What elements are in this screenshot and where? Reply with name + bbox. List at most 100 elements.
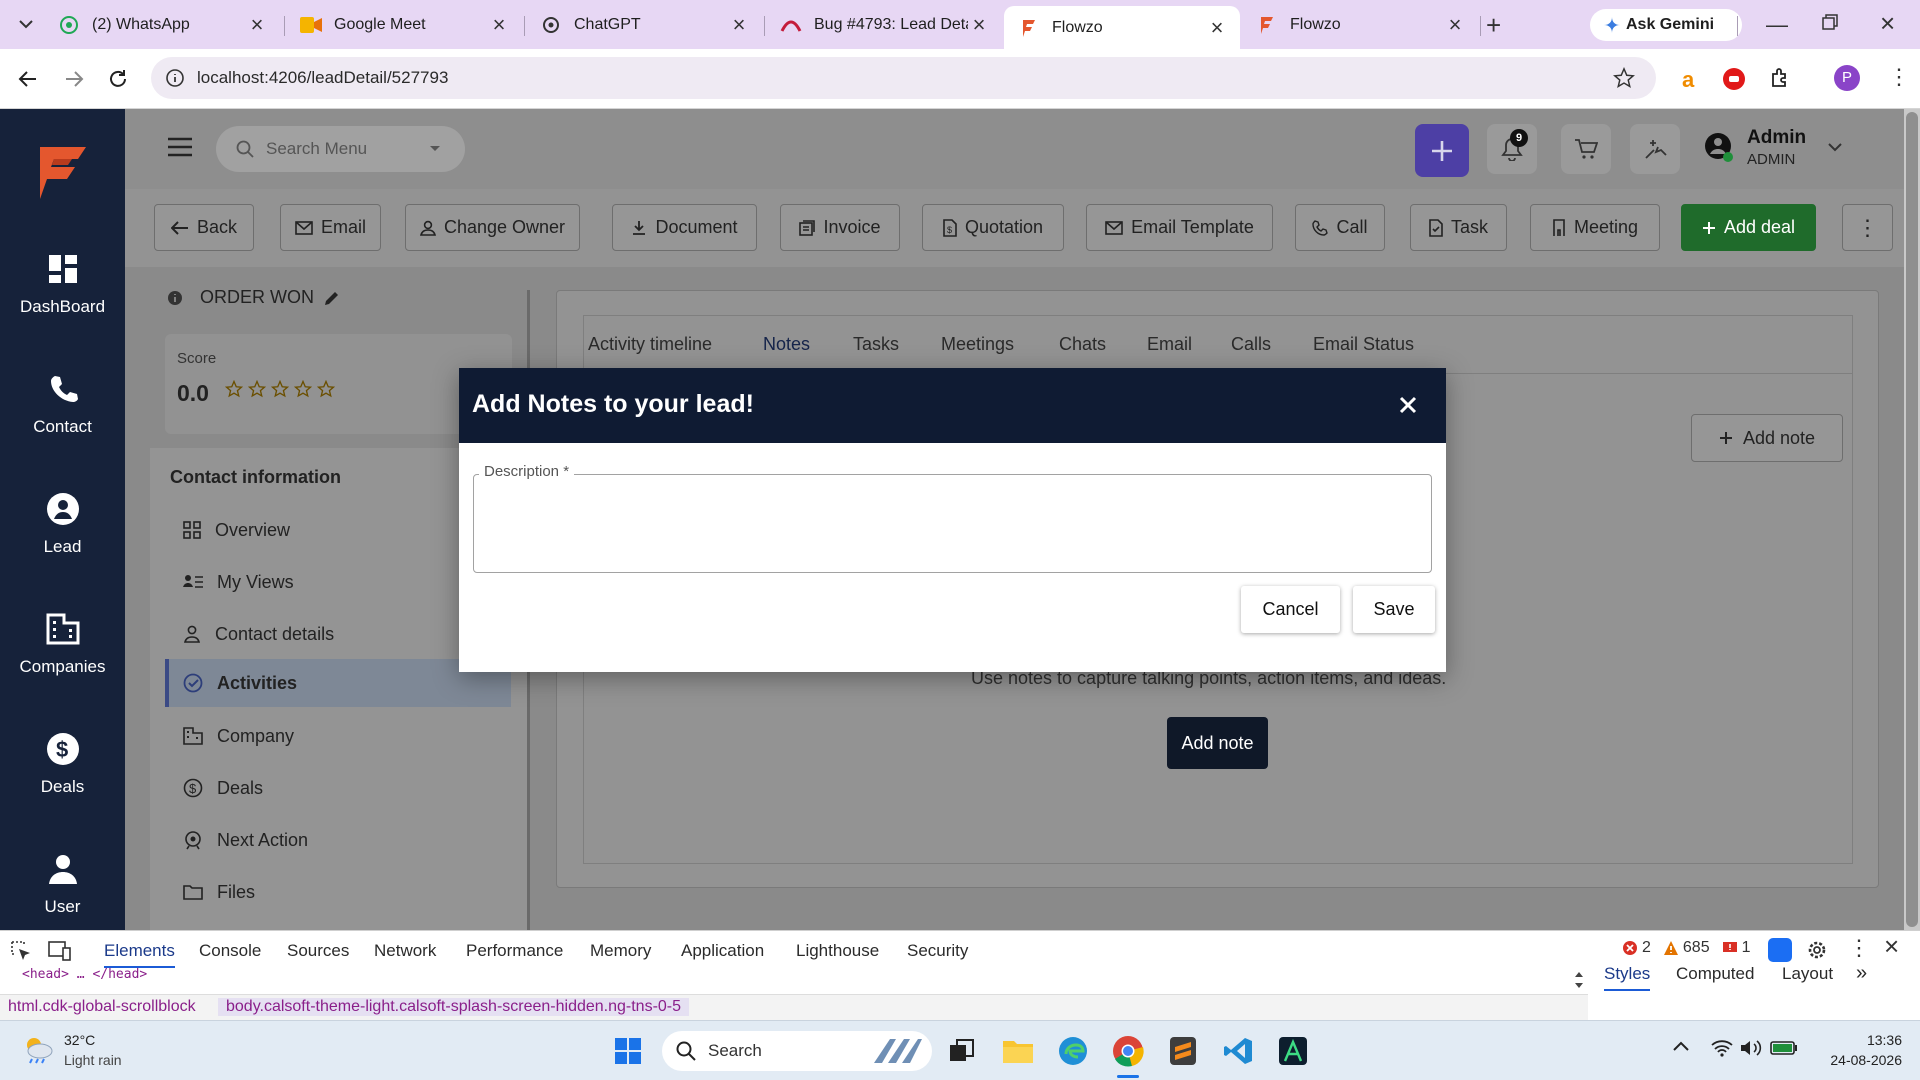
wifi-icon[interactable] bbox=[1711, 1039, 1733, 1057]
profile-avatar[interactable]: P bbox=[1834, 65, 1860, 91]
task-button[interactable]: Task bbox=[1410, 204, 1507, 251]
tab-tasks[interactable]: Tasks bbox=[853, 334, 899, 355]
star-icon[interactable] bbox=[225, 380, 243, 398]
reload-icon[interactable] bbox=[106, 67, 130, 91]
browser-tab-whatsapp[interactable]: (2) WhatsApp × bbox=[44, 0, 280, 49]
close-tab-icon[interactable]: × bbox=[968, 12, 990, 38]
add-note-button[interactable]: Add note bbox=[1167, 717, 1268, 769]
page-scrollbar-thumb[interactable] bbox=[1906, 112, 1918, 927]
devtools-tab-security[interactable]: Security bbox=[907, 941, 968, 961]
browser-tab-flowzo-active[interactable]: Flowzo × bbox=[1004, 6, 1240, 49]
cart-button[interactable] bbox=[1561, 124, 1611, 174]
file-explorer-icon[interactable] bbox=[1000, 1033, 1036, 1069]
invoice-button[interactable]: Invoice bbox=[780, 204, 900, 251]
inspect-element-icon[interactable] bbox=[10, 940, 32, 962]
menu-deals[interactable]: $ Deals bbox=[165, 764, 511, 812]
clock-date[interactable]: 24-08-2026 bbox=[1812, 1052, 1902, 1068]
email-template-button[interactable]: Email Template bbox=[1086, 204, 1273, 251]
close-tab-icon[interactable]: × bbox=[1444, 12, 1466, 38]
star-icon[interactable] bbox=[317, 380, 335, 398]
hamburger-menu-icon[interactable] bbox=[167, 136, 193, 158]
admin-avatar-icon[interactable] bbox=[1703, 131, 1737, 165]
ask-gemini-button[interactable]: Ask Gemini bbox=[1590, 9, 1742, 41]
cancel-button[interactable]: Cancel bbox=[1241, 586, 1340, 633]
nav-contact[interactable]: Contact bbox=[0, 369, 125, 437]
save-button[interactable]: Save bbox=[1353, 586, 1435, 633]
tab-chats[interactable]: Chats bbox=[1059, 334, 1106, 355]
weather-icon[interactable] bbox=[20, 1033, 54, 1065]
ai-sparkle-button[interactable] bbox=[1630, 124, 1680, 174]
close-tab-icon[interactable]: × bbox=[488, 12, 510, 38]
tab-styles[interactable]: Styles bbox=[1604, 964, 1651, 991]
devtools-tab-console[interactable]: Console bbox=[199, 941, 261, 961]
nav-lead[interactable]: Lead bbox=[0, 489, 125, 557]
recorder-extension-icon[interactable] bbox=[1722, 67, 1746, 91]
search-menu-input[interactable]: Search Menu bbox=[216, 126, 465, 172]
back-button[interactable]: Back bbox=[154, 204, 254, 251]
browser-tab-flowzo[interactable]: Flowzo × bbox=[1242, 0, 1478, 49]
device-toggle-icon[interactable] bbox=[48, 940, 72, 962]
user-menu-chevron-icon[interactable] bbox=[1828, 142, 1842, 152]
site-info-icon[interactable] bbox=[165, 68, 185, 88]
email-button[interactable]: Email bbox=[280, 204, 381, 251]
quick-add-button[interactable] bbox=[1415, 124, 1469, 177]
devtools-tab-lighthouse[interactable]: Lighthouse bbox=[796, 941, 879, 961]
windows-start-icon[interactable] bbox=[610, 1033, 646, 1069]
address-bar[interactable]: localhost:4206/leadDetail/527793 bbox=[151, 57, 1656, 99]
extensions-puzzle-icon[interactable] bbox=[1768, 66, 1792, 90]
forward-nav-icon[interactable] bbox=[62, 67, 86, 91]
devtools-tab-memory[interactable]: Memory bbox=[590, 941, 651, 961]
edit-status-pencil-icon[interactable] bbox=[322, 290, 340, 308]
nav-deals[interactable]: $ Deals bbox=[0, 729, 125, 797]
star-icon[interactable] bbox=[248, 380, 266, 398]
description-field[interactable] bbox=[473, 474, 1432, 573]
menu-next-action[interactable]: Next Action bbox=[165, 816, 511, 864]
amazon-extension-icon[interactable]: a bbox=[1676, 65, 1704, 93]
browser-tab-google-meet[interactable]: Google Meet × bbox=[286, 0, 522, 49]
tab-activity-timeline[interactable]: Activity timeline bbox=[588, 334, 712, 355]
task-view-icon[interactable] bbox=[944, 1033, 980, 1069]
edge-browser-icon[interactable] bbox=[1055, 1033, 1091, 1069]
document-button[interactable]: Document bbox=[612, 204, 757, 251]
meeting-button[interactable]: Meeting bbox=[1530, 204, 1660, 251]
back-nav-icon[interactable] bbox=[16, 67, 40, 91]
nav-companies[interactable]: Companies bbox=[0, 609, 125, 677]
nav-user[interactable]: User bbox=[0, 849, 125, 917]
close-tab-icon[interactable]: × bbox=[246, 12, 268, 38]
volume-icon[interactable] bbox=[1740, 1039, 1762, 1057]
resize-handle-icon[interactable] bbox=[1573, 969, 1585, 991]
ai-assistance-icon[interactable] bbox=[1768, 938, 1792, 962]
tab-calls[interactable]: Calls bbox=[1231, 334, 1271, 355]
restore-window-icon[interactable] bbox=[1822, 14, 1842, 34]
breadcrumb-body[interactable]: body.calsoft-theme-light.calsoft-splash-… bbox=[218, 998, 690, 1016]
add-note-top-button[interactable]: Add note bbox=[1691, 414, 1843, 462]
devtools-tab-network[interactable]: Network bbox=[374, 941, 436, 961]
battery-icon[interactable] bbox=[1770, 1040, 1798, 1056]
sublime-text-icon[interactable] bbox=[1165, 1033, 1201, 1069]
chrome-icon[interactable] bbox=[1110, 1033, 1146, 1069]
close-tab-icon[interactable]: × bbox=[728, 12, 750, 38]
dom-tree-line[interactable]: <head> … </head> bbox=[22, 967, 1582, 993]
menu-company[interactable]: Company bbox=[165, 712, 511, 760]
call-button[interactable]: Call bbox=[1295, 204, 1385, 251]
minimize-window-icon[interactable]: — bbox=[1766, 12, 1788, 38]
more-actions-button[interactable]: ⋮ bbox=[1842, 204, 1893, 251]
tab-layout[interactable]: Layout bbox=[1782, 964, 1833, 984]
tab-meetings[interactable]: Meetings bbox=[941, 334, 1014, 355]
tab-computed[interactable]: Computed bbox=[1676, 964, 1754, 984]
taskbar-search[interactable]: Search bbox=[662, 1031, 932, 1071]
vscode-icon[interactable] bbox=[1220, 1033, 1256, 1069]
nav-dashboard[interactable]: DashBoard bbox=[0, 249, 125, 317]
clock-time[interactable]: 13:36 bbox=[1832, 1032, 1902, 1048]
quotation-button[interactable]: $ Quotation bbox=[922, 204, 1064, 251]
devtools-menu-icon[interactable]: ⋮ bbox=[1848, 935, 1870, 961]
close-tab-icon[interactable]: × bbox=[1206, 15, 1228, 41]
browser-menu-icon[interactable]: ⋮ bbox=[1888, 64, 1910, 90]
breadcrumb-html[interactable]: html.cdk-global-scrollblock bbox=[8, 998, 196, 1016]
tab-search-icon[interactable] bbox=[14, 12, 38, 36]
star-icon[interactable] bbox=[294, 380, 312, 398]
devtools-tab-elements[interactable]: Elements bbox=[104, 941, 175, 968]
new-tab-button[interactable]: + bbox=[1486, 10, 1501, 41]
show-hidden-icons-chevron-icon[interactable] bbox=[1673, 1041, 1689, 1051]
devtools-tab-application[interactable]: Application bbox=[681, 941, 764, 961]
